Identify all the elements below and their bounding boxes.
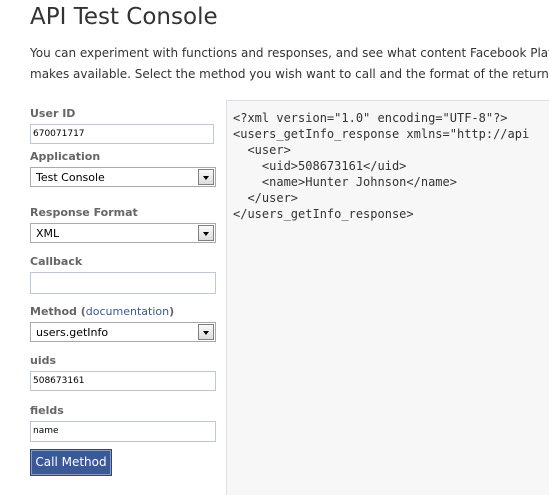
- intro-text: You can experiment with functions and re…: [30, 43, 549, 85]
- application-label: Application: [30, 150, 101, 163]
- response-format-select[interactable]: XML: [30, 223, 216, 243]
- callback-label: Callback: [30, 255, 83, 268]
- method-select[interactable]: users.getInfo: [30, 322, 216, 342]
- intro-line-1: You can experiment with functions and re…: [30, 46, 549, 60]
- callback-field[interactable]: [30, 272, 216, 294]
- method-label-prefix: Method (: [30, 305, 86, 318]
- application-selected-value: Test Console: [36, 171, 105, 184]
- uids-label: uids: [30, 354, 57, 367]
- response-format-selected-value: XML: [36, 227, 60, 240]
- method-label: Method (documentation): [30, 305, 174, 318]
- intro-line-2: makes available. Select the method you w…: [30, 67, 549, 81]
- fields-label: fields: [30, 404, 64, 417]
- fields-field[interactable]: name: [30, 421, 216, 442]
- code-line: <uid>508673161</uid>: [233, 159, 407, 173]
- response-format-label: Response Format: [30, 206, 138, 219]
- user-id-field[interactable]: 670071717: [30, 124, 214, 144]
- call-method-button[interactable]: Call Method: [30, 449, 112, 476]
- response-code: <?xml version="1.0" encoding="UTF-8"?> <…: [233, 110, 529, 222]
- chevron-down-icon[interactable]: [198, 324, 214, 340]
- user-id-label: User ID: [30, 107, 76, 120]
- response-output-panel: <?xml version="1.0" encoding="UTF-8"?> <…: [226, 100, 549, 495]
- application-select[interactable]: Test Console: [30, 167, 216, 187]
- chevron-down-icon[interactable]: [198, 225, 214, 241]
- code-line: <user>: [233, 143, 291, 157]
- documentation-link[interactable]: documentation: [86, 305, 169, 318]
- code-line: </user>: [233, 191, 299, 205]
- uids-field[interactable]: 508673161: [30, 371, 216, 391]
- method-label-suffix: ): [169, 305, 175, 318]
- code-line: <users_getInfo_response xmlns="http://ap…: [233, 127, 530, 141]
- code-line: <?xml version="1.0" encoding="UTF-8"?>: [233, 111, 508, 125]
- code-line: <name>Hunter Johnson</name>: [233, 175, 457, 189]
- chevron-down-icon[interactable]: [198, 169, 214, 185]
- page-title: API Test Console: [30, 4, 218, 30]
- api-test-console-page: API Test Console You can experiment with…: [0, 0, 549, 495]
- code-line: </users_getInfo_response>: [233, 207, 414, 221]
- method-selected-value: users.getInfo: [36, 326, 109, 339]
